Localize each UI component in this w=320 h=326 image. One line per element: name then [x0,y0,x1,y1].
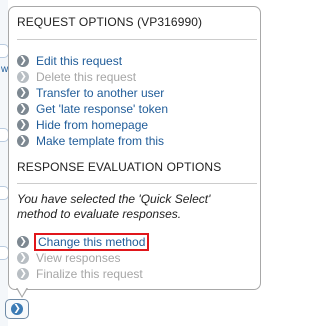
chevron-right-icon: ❯ [11,303,23,315]
evaluation-method-message: You have selected the 'Quick Select' met… [17,192,211,221]
arrow-right-circle-icon: ❯ [17,87,29,99]
menu-item-make-template[interactable]: ❯ Make template from this [17,133,168,149]
arrow-right-circle-icon: ❯ [17,135,29,147]
evaluation-options-menu: ❯ Change this method ❯ View responses ❯ … [17,233,150,282]
evaluation-options-title: RESPONSE EVALUATION OPTIONS [17,160,222,174]
menu-item-change-method[interactable]: ❯ Change this method [17,233,150,251]
options-toggle-button[interactable]: ❯ [5,299,29,319]
transfer-user-link[interactable]: Transfer to another user [36,86,164,100]
menu-item-finalize-request: ❯ Finalize this request [17,266,147,282]
request-options-menu: ❯ Edit this request ❯ Delete this reques… [17,53,168,149]
divider [17,39,257,40]
arrow-right-circle-icon: ❯ [17,268,29,280]
delete-request-link: Delete this request [36,70,137,84]
arrow-right-circle-icon: ❯ [17,236,29,248]
divider [17,183,257,184]
arrow-right-circle-icon: ❯ [17,71,29,83]
edit-request-link[interactable]: Edit this request [36,54,122,68]
menu-item-delete-request: ❯ Delete this request [17,69,168,85]
menu-item-edit-request[interactable]: ❯ Edit this request [17,53,168,69]
menu-item-view-responses: ❯ View responses [17,250,147,266]
arrow-right-circle-icon: ❯ [17,103,29,115]
view-responses-link: View responses [36,251,121,265]
arrow-right-circle-icon: ❯ [17,119,29,131]
late-token-link[interactable]: Get 'late response' token [36,102,168,116]
menu-item-late-token[interactable]: ❯ Get 'late response' token [17,101,168,117]
request-options-title: REQUEST OPTIONS (VP316990) [17,15,203,29]
page: w REQUEST OPTIONS (VP316990) ❯ Edit this… [0,0,269,326]
make-template-link[interactable]: Make template from this [36,134,164,148]
arrow-right-circle-icon: ❯ [17,55,29,67]
change-method-link[interactable]: Change this method [33,233,150,251]
finalize-request-link: Finalize this request [36,267,143,281]
options-popup: REQUEST OPTIONS (VP316990) ❯ Edit this r… [8,6,261,290]
menu-item-hide-homepage[interactable]: ❯ Hide from homepage [17,117,168,133]
arrow-right-circle-icon: ❯ [17,252,29,264]
popup-pointer-fill [17,287,27,296]
menu-item-transfer-user[interactable]: ❯ Transfer to another user [17,85,168,101]
hide-homepage-link[interactable]: Hide from homepage [36,118,148,132]
